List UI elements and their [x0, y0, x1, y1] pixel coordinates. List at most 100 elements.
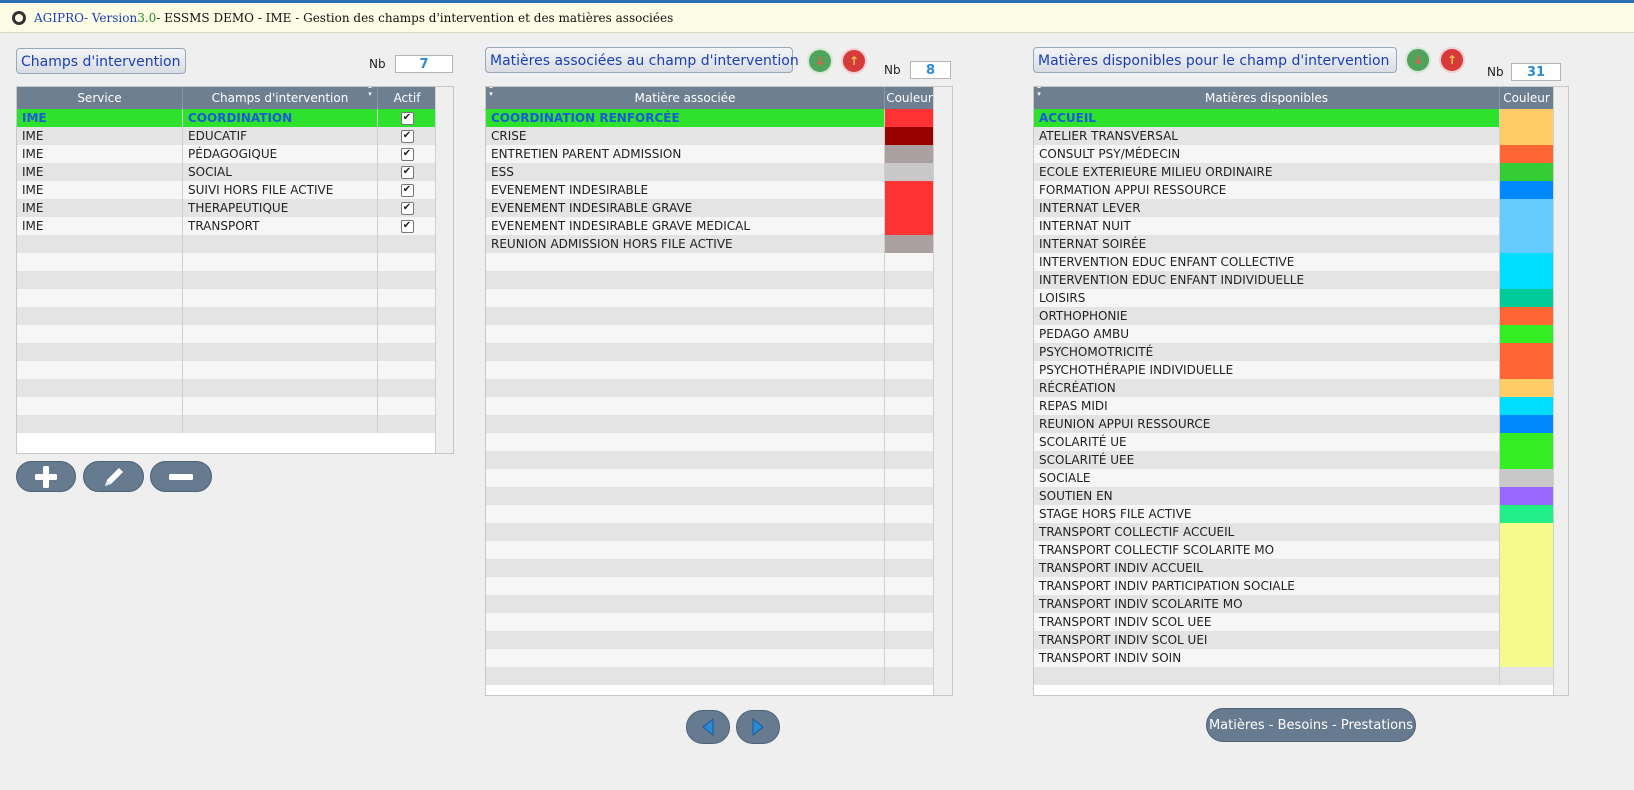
empty-row — [17, 289, 437, 307]
previous-button[interactable] — [686, 710, 730, 744]
cell-matiere — [486, 451, 885, 469]
remove-button[interactable] — [150, 461, 212, 492]
actif-checkbox[interactable]: ✔ — [400, 148, 414, 161]
col-header-matiere-associee[interactable]: Matière associée — [486, 87, 885, 109]
sort-down-button-2[interactable]: ↓ — [1405, 47, 1431, 73]
cell-champ — [183, 271, 378, 289]
empty-row — [486, 469, 935, 487]
list-item[interactable]: ATELIER TRANSVERSAL — [1034, 127, 1554, 145]
table-row[interactable]: IME SUIVI HORS FILE ACTIVE ✔ — [17, 181, 437, 199]
cell-matiere: TRANSPORT INDIV ACCUEIL — [1034, 559, 1500, 577]
list-item[interactable]: TRANSPORT COLLECTIF ACCUEIL — [1034, 523, 1554, 541]
actif-checkbox[interactable]: ✔ — [400, 112, 414, 125]
list-item[interactable]: TRANSPORT INDIV SCOL UEE — [1034, 613, 1554, 631]
cell-champ — [183, 361, 378, 379]
list-item[interactable]: SOCIALE — [1034, 469, 1554, 487]
col-header-matiere-disponible[interactable]: Matières disponibles — [1034, 87, 1500, 109]
list-item[interactable]: INTERNAT LEVER — [1034, 199, 1554, 217]
list-item[interactable]: PSYCHOMOTRICITÉ — [1034, 343, 1554, 361]
sort-down-button[interactable]: ↓ — [807, 48, 833, 74]
col-header-service[interactable]: Service — [17, 87, 183, 109]
list-item[interactable]: CONSULT PSY/MÉDECIN — [1034, 145, 1554, 163]
table-row[interactable]: IME EDUCATIF ✔ — [17, 127, 437, 145]
actif-checkbox[interactable]: ✔ — [400, 202, 414, 215]
table-row[interactable]: IME SOCIAL ✔ — [17, 163, 437, 181]
table-row[interactable]: IME COORDINATION ✔ — [17, 109, 437, 127]
actif-checkbox[interactable]: ✔ — [400, 130, 414, 143]
actif-checkbox[interactable]: ✔ — [400, 184, 414, 197]
champs-intervention-label[interactable]: Champs d'intervention — [16, 48, 186, 74]
window-title-bar: AGIPRO - Version 3.0 - ESSMS DEMO - IME … — [0, 3, 1634, 33]
list-item[interactable]: TRANSPORT INDIV PARTICIPATION SOCIALE — [1034, 577, 1554, 595]
list-item[interactable]: ACCUEIL — [1034, 109, 1554, 127]
cell-matiere: PSYCHOTHÉRAPIE INDIVIDUELLE — [1034, 361, 1500, 379]
list-item[interactable]: INTERVENTION EDUC ENFANT INDIVIDUELLE — [1034, 271, 1554, 289]
list-item[interactable]: TRANSPORT INDIV SCOLARITE MO — [1034, 595, 1554, 613]
col-header-actif[interactable]: Actif — [378, 87, 437, 109]
sort-up-button[interactable]: ↑ — [841, 48, 867, 74]
sort-up-button-2[interactable]: ↑ — [1439, 47, 1465, 73]
list-item[interactable]: INTERNAT SOIRÉE — [1034, 235, 1554, 253]
list-item[interactable]: REUNION APPUI RESSOURCE — [1034, 415, 1554, 433]
table-row[interactable]: IME THERAPEUTIQUE ✔ — [17, 199, 437, 217]
next-button[interactable] — [736, 710, 780, 744]
cell-actif[interactable]: ✔ — [378, 217, 437, 235]
cell-matiere: ENTRETIEN PARENT ADMISSION — [486, 145, 885, 163]
cell-actif[interactable]: ✔ — [378, 109, 437, 127]
list-item[interactable]: TRANSPORT INDIV ACCUEIL — [1034, 559, 1554, 577]
list-item[interactable]: ORTHOPHONIE — [1034, 307, 1554, 325]
actif-checkbox[interactable]: ✔ — [400, 166, 414, 179]
list-item[interactable]: PEDAGO AMBU — [1034, 325, 1554, 343]
cell-matiere: PSYCHOMOTRICITÉ — [1034, 343, 1500, 361]
cell-actif[interactable]: ✔ — [378, 127, 437, 145]
list-item[interactable]: EVENEMENT INDESIRABLE GRAVE MEDICAL — [486, 217, 935, 235]
col-header-couleur-associee[interactable]: Couleur — [885, 87, 935, 109]
list-item[interactable]: TRANSPORT COLLECTIF SCOLARITE MO — [1034, 541, 1554, 559]
edit-button[interactable] — [83, 461, 144, 492]
matieres-associees-label[interactable]: Matières associées au champ d'interventi… — [485, 47, 799, 73]
cell-actif[interactable]: ✔ — [378, 199, 437, 217]
list-item[interactable]: TRANSPORT INDIV SOIN — [1034, 649, 1554, 667]
list-item[interactable]: STAGE HORS FILE ACTIVE — [1034, 505, 1554, 523]
list-item[interactable]: SCOLARITÉ UEE — [1034, 451, 1554, 469]
list-item[interactable]: ENTRETIEN PARENT ADMISSION — [486, 145, 935, 163]
list-item[interactable]: REPAS MIDI — [1034, 397, 1554, 415]
list-item[interactable]: EVENEMENT INDESIRABLE GRAVE — [486, 199, 935, 217]
list-item[interactable]: REUNION ADMISSION HORS FILE ACTIVE — [486, 235, 935, 253]
list-item[interactable]: LOISIRS — [1034, 289, 1554, 307]
list-item[interactable]: ESS — [486, 163, 935, 181]
empty-row — [486, 397, 935, 415]
list-item[interactable]: INTERNAT NUIT — [1034, 217, 1554, 235]
actif-checkbox[interactable]: ✔ — [400, 220, 414, 233]
add-button[interactable] — [16, 461, 76, 492]
table-row[interactable]: IME TRANSPORT ✔ — [17, 217, 437, 235]
list-item[interactable]: ECOLE EXTERIEURE MILIEU ORDINAIRE — [1034, 163, 1554, 181]
cell-actif[interactable]: ✔ — [378, 181, 437, 199]
cell-actif[interactable]: ✔ — [378, 163, 437, 181]
associees-table-scrollbar[interactable] — [933, 87, 952, 695]
list-item[interactable]: COORDINATION RENFORCÉE — [486, 109, 935, 127]
list-item[interactable]: PSYCHOTHÉRAPIE INDIVIDUELLE — [1034, 361, 1554, 379]
list-item[interactable]: SOUTIEN EN — [1034, 487, 1554, 505]
cell-couleur — [885, 109, 935, 127]
matieres-besoins-prestations-button[interactable]: Matières - Besoins - Prestations — [1206, 708, 1416, 742]
cell-actif — [378, 325, 437, 343]
champs-table-scrollbar[interactable] — [435, 87, 453, 453]
col-header-champ[interactable]: Champs d'intervention — [183, 87, 378, 109]
cell-matiere: EVENEMENT INDESIRABLE — [486, 181, 885, 199]
col-header-couleur-disponible[interactable]: Couleur — [1500, 87, 1554, 109]
list-item[interactable]: FORMATION APPUI RESSOURCE — [1034, 181, 1554, 199]
disponibles-table-scrollbar[interactable] — [1553, 87, 1568, 695]
list-item[interactable]: TRANSPORT INDIV SCOL UEI — [1034, 631, 1554, 649]
matieres-disponibles-label[interactable]: Matières disponibles pour le champ d'int… — [1033, 47, 1397, 73]
list-item[interactable]: RÉCRÉATION — [1034, 379, 1554, 397]
empty-row — [486, 289, 935, 307]
cell-actif[interactable]: ✔ — [378, 145, 437, 163]
table-row[interactable]: IME PÉDAGOGIQUE ✔ — [17, 145, 437, 163]
list-item[interactable]: SCOLARITÉ UE — [1034, 433, 1554, 451]
list-item[interactable]: CRISE — [486, 127, 935, 145]
cell-couleur — [1500, 487, 1554, 505]
cell-matiere: REPAS MIDI — [1034, 397, 1500, 415]
list-item[interactable]: INTERVENTION EDUC ENFANT COLLECTIVE — [1034, 253, 1554, 271]
list-item[interactable]: EVENEMENT INDESIRABLE — [486, 181, 935, 199]
